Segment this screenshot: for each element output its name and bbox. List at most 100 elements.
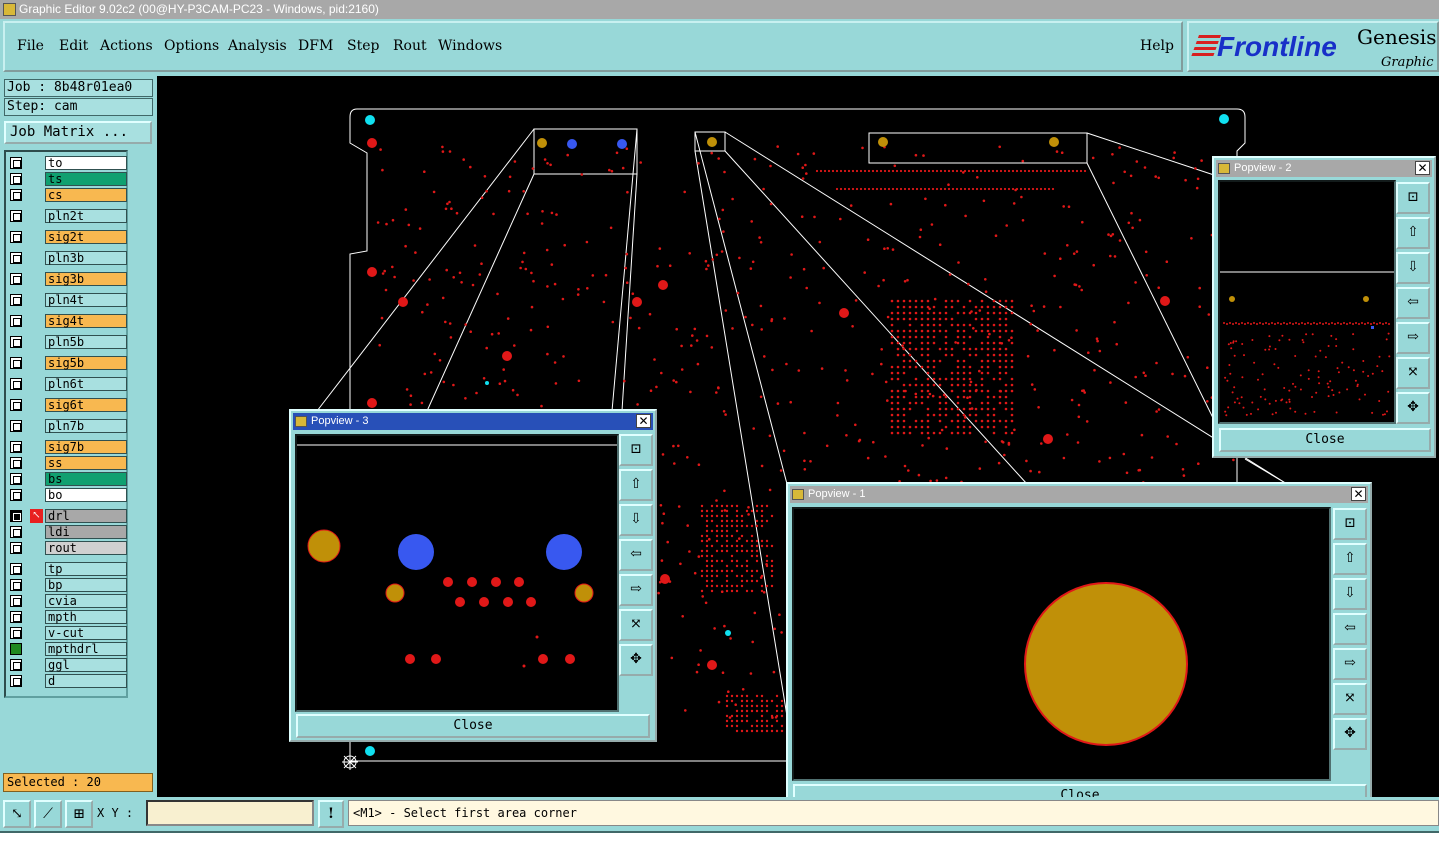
layer-checkbox[interactable] — [10, 563, 22, 575]
popview-1-close-icon[interactable]: ✕ — [1351, 487, 1366, 501]
layer-name[interactable]: tp — [45, 562, 127, 576]
popview-2-zoom-out-icon[interactable]: ⤧ — [1396, 357, 1430, 389]
popview-1-zoom-out-icon[interactable]: ⤧ — [1333, 683, 1367, 715]
layer-checkbox[interactable] — [10, 595, 22, 607]
menu-options[interactable]: Options — [164, 38, 219, 54]
layer-checkbox[interactable] — [10, 357, 22, 369]
layer-name[interactable]: pln2t — [45, 209, 127, 223]
layer-name[interactable]: drl — [45, 509, 127, 523]
layer-name[interactable]: mpth — [45, 610, 127, 624]
popview-1-pan-left-icon[interactable]: ⇦ — [1333, 613, 1367, 645]
popview-3-window[interactable]: Popview - 3 ✕ ⊡ ⇧ ⇩ ⇦ ⇨ ⤧ ✥ Close — [289, 409, 657, 742]
layer-name[interactable]: ss — [45, 456, 127, 470]
layer-name[interactable]: bo — [45, 488, 127, 502]
popview-2-close-button[interactable]: Close — [1219, 428, 1431, 452]
popview-3-titlebar[interactable]: Popview - 3 ✕ — [293, 413, 653, 430]
layer-checkbox[interactable] — [10, 252, 22, 264]
layer-name[interactable]: ts — [45, 172, 127, 186]
popview-2-zoom-home-icon[interactable]: ⊡ — [1396, 182, 1430, 214]
popview-1-zoom-in-icon[interactable]: ✥ — [1333, 718, 1367, 750]
xy-input[interactable] — [146, 800, 314, 826]
popview-3-close-icon[interactable]: ✕ — [636, 414, 651, 428]
layer-checkbox[interactable] — [10, 378, 22, 390]
popview-3-zoom-home-icon[interactable]: ⊡ — [619, 434, 653, 466]
popview-3-zoom-in-icon[interactable]: ✥ — [619, 644, 653, 676]
layer-checkbox[interactable] — [10, 611, 22, 623]
layer-checkbox[interactable] — [10, 315, 22, 327]
layer-name[interactable]: mpthdrl — [45, 642, 127, 656]
layer-checkbox[interactable] — [10, 210, 22, 222]
layer-checkbox[interactable] — [10, 420, 22, 432]
layer-checkbox[interactable] — [10, 294, 22, 306]
layer-name[interactable]: pln5b — [45, 335, 127, 349]
popview-2-window[interactable]: Popview - 2 ✕ ⊡ ⇧ ⇩ ⇦ ⇨ ⤧ ✥ Close — [1212, 156, 1436, 458]
layer-name[interactable]: sig6t — [45, 398, 127, 412]
popview-1-titlebar[interactable]: Popview - 1 ✕ — [790, 486, 1368, 503]
layer-name[interactable]: d — [45, 674, 127, 688]
popview-3-pan-down-icon[interactable]: ⇩ — [619, 504, 653, 536]
menu-help[interactable]: Help — [1140, 38, 1174, 54]
popview-2-pan-left-icon[interactable]: ⇦ — [1396, 287, 1430, 319]
layer-checkbox[interactable] — [10, 273, 22, 285]
popview-2-titlebar[interactable]: Popview - 2 ✕ — [1216, 160, 1432, 177]
menu-dfm[interactable]: DFM — [298, 38, 333, 54]
layer-checkbox[interactable] — [10, 441, 22, 453]
grid-icon[interactable]: ⊞ — [65, 800, 93, 828]
popview-2-pan-down-icon[interactable]: ⇩ — [1396, 252, 1430, 284]
layer-name[interactable]: bs — [45, 472, 127, 486]
layer-name[interactable]: pln3b — [45, 251, 127, 265]
layer-name[interactable]: pln6t — [45, 377, 127, 391]
layer-name[interactable]: v-cut — [45, 626, 127, 640]
layer-name[interactable]: sig5b — [45, 356, 127, 370]
layer-checkbox[interactable] — [10, 457, 22, 469]
layer-name[interactable]: cs — [45, 188, 127, 202]
layer-name[interactable]: ggl — [45, 658, 127, 672]
layer-checkbox[interactable] — [10, 489, 22, 501]
layer-checkbox[interactable] — [10, 643, 22, 655]
layer-checkbox[interactable] — [10, 173, 22, 185]
popview-3-view[interactable] — [295, 434, 619, 712]
layer-checkbox[interactable] — [10, 579, 22, 591]
popview-2-pan-right-icon[interactable]: ⇨ — [1396, 322, 1430, 354]
popview-1-pan-right-icon[interactable]: ⇨ — [1333, 648, 1367, 680]
menu-analysis[interactable]: Analysis — [228, 38, 287, 54]
layer-checkbox[interactable] — [10, 526, 22, 538]
layer-checkbox[interactable] — [10, 189, 22, 201]
layer-name[interactable]: cvia — [45, 594, 127, 608]
layer-checkbox[interactable] — [10, 473, 22, 485]
popview-2-pan-up-icon[interactable]: ⇧ — [1396, 217, 1430, 249]
warning-icon[interactable]: ! — [318, 800, 344, 828]
layer-checkbox[interactable] — [10, 157, 22, 169]
popview-2-close-icon[interactable]: ✕ — [1415, 161, 1430, 175]
layer-name[interactable]: bp — [45, 578, 127, 592]
layer-name[interactable]: to — [45, 156, 127, 170]
layer-name[interactable]: sig2t — [45, 230, 127, 244]
layer-checkbox[interactable] — [10, 675, 22, 687]
popview-1-zoom-home-icon[interactable]: ⊡ — [1333, 508, 1367, 540]
layer-checkbox[interactable] — [10, 399, 22, 411]
popview-2-zoom-in-icon[interactable]: ✥ — [1396, 392, 1430, 424]
menu-rout[interactable]: Rout — [393, 38, 427, 54]
layer-name[interactable]: sig3b — [45, 272, 127, 286]
popview-3-pan-left-icon[interactable]: ⇦ — [619, 539, 653, 571]
menu-actions[interactable]: Actions — [100, 38, 153, 54]
popview-3-pan-right-icon[interactable]: ⇨ — [619, 574, 653, 606]
layer-name[interactable]: ldi — [45, 525, 127, 539]
layer-name[interactable]: sig4t — [45, 314, 127, 328]
measure-icon[interactable]: ⟋ — [34, 800, 62, 828]
layer-checkbox[interactable] — [10, 336, 22, 348]
menu-windows[interactable]: Windows — [438, 38, 502, 54]
layer-checkbox[interactable] — [10, 231, 22, 243]
layer-name[interactable]: pln4t — [45, 293, 127, 307]
layer-checkbox[interactable] — [10, 510, 22, 522]
layer-checkbox[interactable] — [10, 659, 22, 671]
popview-2-view[interactable] — [1218, 180, 1396, 424]
menu-file[interactable]: File — [17, 38, 44, 54]
popview-3-zoom-out-icon[interactable]: ⤧ — [619, 609, 653, 641]
zoom-area-icon[interactable]: ⤡ — [3, 800, 31, 828]
menu-edit[interactable]: Edit — [59, 38, 88, 54]
layer-name[interactable]: rout — [45, 541, 127, 555]
layer-checkbox[interactable] — [10, 542, 22, 554]
popview-3-close-button[interactable]: Close — [296, 714, 650, 738]
popview-3-pan-up-icon[interactable]: ⇧ — [619, 469, 653, 501]
